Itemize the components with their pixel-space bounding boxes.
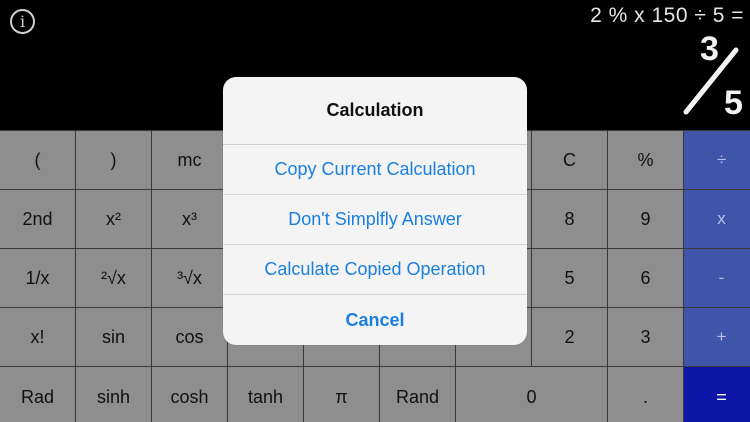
key-decimal[interactable]: .	[608, 367, 683, 422]
result-numerator: 3	[700, 30, 719, 68]
key-add[interactable]: +	[684, 308, 750, 366]
info-icon[interactable]: i	[10, 9, 35, 34]
key-rad[interactable]: Rad	[0, 367, 75, 422]
key-0[interactable]: 0	[456, 367, 607, 422]
key-sinh[interactable]: sinh	[76, 367, 151, 422]
key-pi[interactable]: π	[304, 367, 379, 422]
result-fraction: 3 5	[680, 30, 750, 126]
key-5[interactable]: 5	[532, 249, 607, 307]
key-mc[interactable]: mc	[152, 131, 227, 189]
key-divide[interactable]: ÷	[684, 131, 750, 189]
dialog-title: Calculation	[223, 77, 527, 145]
key-open-paren[interactable]: (	[0, 131, 75, 189]
key-6[interactable]: 6	[608, 249, 683, 307]
key-close-paren[interactable]: )	[76, 131, 151, 189]
key-reciprocal[interactable]: 1/x	[0, 249, 75, 307]
key-factorial[interactable]: x!	[0, 308, 75, 366]
expression-display: 2 % x 150 ÷ 5 =	[590, 4, 744, 27]
calculate-copied-operation-button[interactable]: Calculate Copied Operation	[223, 245, 527, 295]
key-2[interactable]: 2	[532, 308, 607, 366]
key-8[interactable]: 8	[532, 190, 607, 248]
key-tanh[interactable]: tanh	[228, 367, 303, 422]
key-x-cubed[interactable]: x³	[152, 190, 227, 248]
key-cube-root[interactable]: ³√x	[152, 249, 227, 307]
key-cos[interactable]: cos	[152, 308, 227, 366]
cancel-button[interactable]: Cancel	[223, 295, 527, 345]
key-subtract[interactable]: -	[684, 249, 750, 307]
key-multiply[interactable]: x	[684, 190, 750, 248]
key-rand[interactable]: Rand	[380, 367, 455, 422]
key-9[interactable]: 9	[608, 190, 683, 248]
dont-simplify-answer-button[interactable]: Don't Simplfly Answer	[223, 195, 527, 245]
key-3[interactable]: 3	[608, 308, 683, 366]
result-denominator: 5	[724, 84, 743, 122]
copy-current-calculation-button[interactable]: Copy Current Calculation	[223, 145, 527, 195]
key-cosh[interactable]: cosh	[152, 367, 227, 422]
key-clear[interactable]: C	[532, 131, 607, 189]
key-x-squared[interactable]: x²	[76, 190, 151, 248]
key-sin[interactable]: sin	[76, 308, 151, 366]
key-equals[interactable]: =	[684, 367, 750, 422]
key-2nd[interactable]: 2nd	[0, 190, 75, 248]
info-icon-glyph: i	[19, 11, 26, 31]
calculation-dialog: Calculation Copy Current Calculation Don…	[223, 77, 527, 345]
key-percent[interactable]: %	[608, 131, 683, 189]
key-square-root[interactable]: ²√x	[76, 249, 151, 307]
